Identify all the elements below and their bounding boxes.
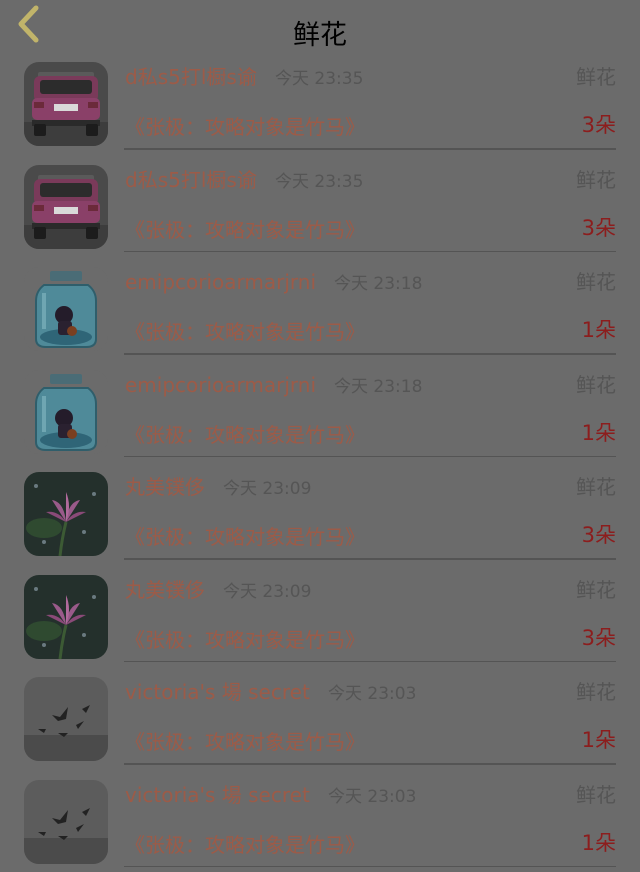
list-item[interactable]: 丸美镤侈 今天 23:09 鲜花《张极：攻略对象是竹马》 3朵 — [0, 568, 640, 671]
row-divider — [124, 148, 616, 150]
sender-name[interactable]: d私s5打l橱s谕 — [125, 63, 257, 91]
book-title-link[interactable]: 《张极：攻略对象是竹马》 — [125, 728, 365, 756]
list-item[interactable]: victoria's 場 secret 今天 23:03 鲜花《张极：攻略对象是竹马… — [0, 773, 640, 872]
sender-name[interactable]: victoria's 場 secret — [125, 678, 310, 706]
list-item[interactable]: d私s5打l橱s谕 今天 23:35 鲜花《张极：攻略对象是竹马》 3朵 — [0, 158, 640, 261]
avatar[interactable] — [24, 472, 108, 556]
row-divider — [124, 865, 616, 867]
row-divider — [124, 558, 616, 560]
row-divider — [124, 763, 616, 765]
timestamp: 今天 23:03 — [328, 684, 417, 704]
gift-type: 鲜花 — [576, 577, 616, 602]
gift-count: 1朵 — [581, 830, 616, 855]
timestamp: 今天 23:09 — [223, 581, 312, 602]
sender-name[interactable]: emipcorioarmarjrni — [125, 268, 316, 296]
list-item[interactable]: emipcorioarmarjrni 今天 23:18 鲜花《张极：攻略对象是竹马》… — [0, 260, 640, 363]
row-divider — [124, 660, 616, 662]
avatar[interactable] — [24, 779, 108, 864]
gift-type: 鲜花 — [576, 270, 616, 294]
timestamp: 今天 23:35 — [275, 171, 364, 192]
sender-name[interactable]: d私s5打l橱s谕 — [125, 166, 257, 194]
timestamp: 今天 23:18 — [334, 376, 423, 397]
timestamp: 今天 23:09 — [223, 479, 312, 499]
timestamp: 今天 23:03 — [328, 786, 417, 807]
sender-name[interactable]: 丸美镤侈 — [125, 473, 205, 501]
book-title-link[interactable]: 《张极：攻略对象是竹马》 — [125, 216, 365, 244]
list-item[interactable]: 丸美镤侈 今天 23:09 鲜花《张极：攻略对象是竹马》 3朵 — [0, 465, 640, 568]
book-title-link[interactable]: 《张极：攻略对象是竹马》 — [125, 626, 365, 654]
book-title-link[interactable]: 《张极：攻略对象是竹马》 — [125, 421, 365, 449]
sender-name[interactable]: emipcorioarmarjrni — [125, 371, 316, 399]
row-divider — [124, 353, 616, 355]
avatar[interactable] — [24, 677, 108, 761]
sender-name[interactable]: 丸美镤侈 — [125, 576, 205, 604]
list-item[interactable]: victoria's 場 secret 今天 23:03 鲜花《张极：攻略对象是竹马… — [0, 670, 640, 773]
timestamp: 今天 23:35 — [275, 69, 364, 89]
row-divider — [124, 250, 616, 252]
nav-header: 鲜花 — [0, 0, 640, 55]
gift-type: 鲜花 — [576, 475, 616, 499]
row-divider — [124, 455, 616, 457]
avatar[interactable] — [24, 267, 108, 351]
gift-count: 3朵 — [581, 215, 616, 240]
avatar[interactable] — [24, 574, 108, 659]
gift-type: 鲜花 — [576, 167, 616, 192]
gift-count: 3朵 — [581, 113, 616, 137]
gift-count: 3朵 — [581, 625, 616, 650]
list-item[interactable]: d私s5打l橱s谕 今天 23:35 鲜花《张极：攻略对象是竹马》 3朵 — [0, 55, 640, 158]
avatar[interactable] — [24, 164, 108, 249]
gift-type: 鲜花 — [576, 65, 616, 89]
book-title-link[interactable]: 《张极：攻略对象是竹马》 — [125, 523, 365, 551]
avatar[interactable] — [24, 369, 108, 454]
gift-type: 鲜花 — [576, 782, 616, 807]
gift-count: 1朵 — [581, 318, 616, 342]
gift-count: 1朵 — [581, 420, 616, 445]
gift-count: 1朵 — [581, 728, 616, 752]
avatar[interactable] — [24, 62, 108, 146]
book-title-link[interactable]: 《张极：攻略对象是竹马》 — [125, 831, 365, 859]
gift-count: 3朵 — [581, 523, 616, 547]
book-title-link[interactable]: 《张极：攻略对象是竹马》 — [125, 113, 365, 141]
book-title-link[interactable]: 《张极：攻略对象是竹马》 — [125, 318, 365, 346]
gift-type: 鲜花 — [576, 680, 616, 704]
list-item[interactable]: emipcorioarmarjrni 今天 23:18 鲜花《张极：攻略对象是竹马》… — [0, 363, 640, 466]
page-title: 鲜花 — [293, 20, 347, 51]
gift-type: 鲜花 — [576, 372, 616, 397]
timestamp: 今天 23:18 — [334, 274, 423, 294]
sender-name[interactable]: victoria's 場 secret — [125, 781, 310, 809]
gift-list: d私s5打l橱s谕 今天 23:35 鲜花 《张极：攻略对象是竹马》 3朵 d私s5打l… — [0, 55, 640, 872]
